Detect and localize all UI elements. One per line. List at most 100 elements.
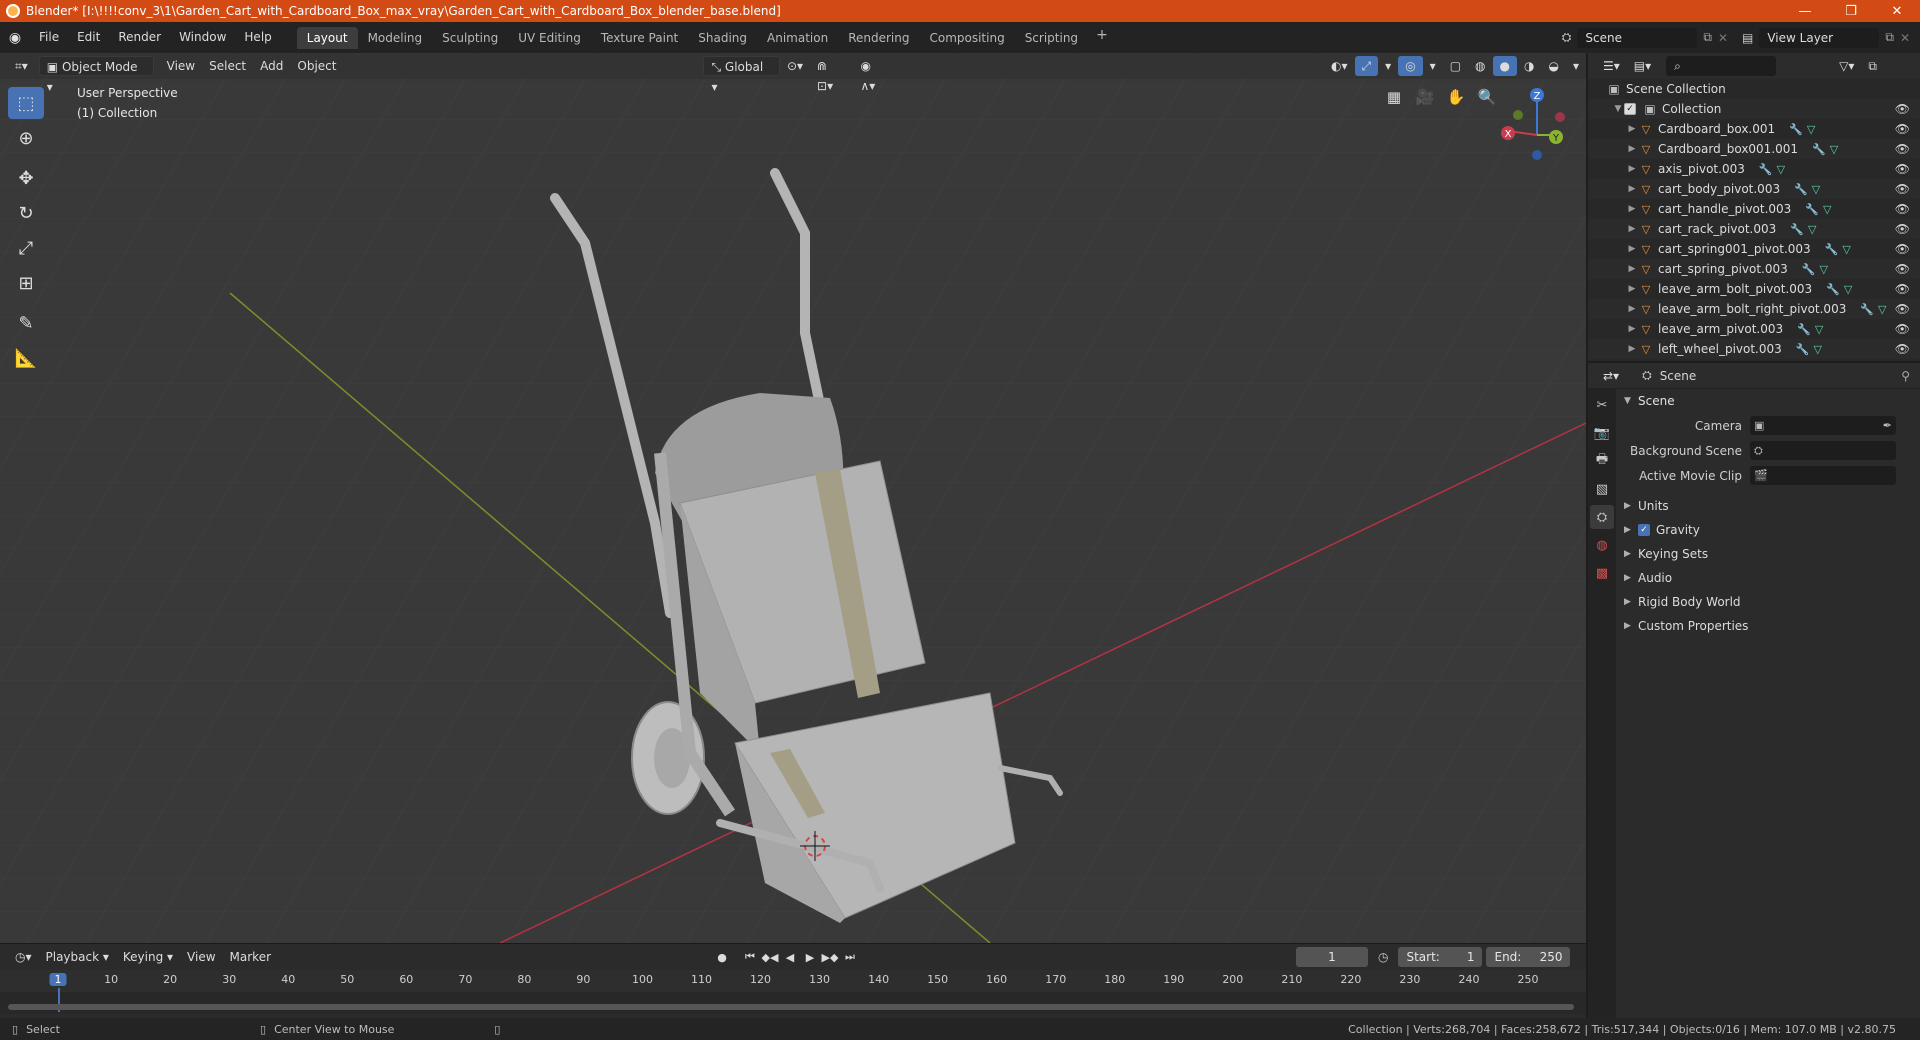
expand-icon[interactable]: ▶ — [1626, 124, 1638, 134]
3d-viewport[interactable]: Z X Y ⌗▾ ▣ Object Mode ▾ View Select Add… — [0, 53, 1586, 943]
tool-tab-icon[interactable]: ✂ — [1590, 393, 1614, 417]
properties-editor-type-icon[interactable]: ⇄▾ — [1596, 366, 1626, 386]
mesh-data-icon[interactable]: ▽ — [1807, 123, 1815, 136]
play-icon[interactable]: ▶ — [800, 947, 820, 967]
tab-rendering[interactable]: Rendering — [838, 27, 919, 49]
overlays-dropdown-icon[interactable]: ▾ — [1423, 56, 1443, 76]
eye-icon[interactable]: 👁 — [1895, 342, 1910, 356]
scale-tool-icon[interactable]: ⤢ — [8, 232, 44, 264]
overlay-toggle-icon[interactable]: ▾ — [1378, 56, 1398, 76]
new-scene-icon[interactable]: ⧉ — [1703, 30, 1712, 45]
timeline-menu-keying[interactable]: Keying ▾ — [116, 947, 180, 967]
eye-icon[interactable]: 👁 — [1895, 222, 1910, 236]
units-panel[interactable]: ▶ Units — [1618, 494, 1920, 518]
outliner-object-row[interactable]: ▶ ▽ axis_pivot.003 🔧 ▽ 👁 — [1588, 159, 1920, 179]
outliner-object-row[interactable]: ▶ ▽ cart_body_pivot.003 🔧 ▽ 👁 — [1588, 179, 1920, 199]
zoom-view-icon[interactable]: 🔍 — [1473, 83, 1501, 111]
move-tool-icon[interactable]: ✥ — [8, 162, 44, 194]
jump-start-icon[interactable]: ⏮ — [740, 947, 760, 967]
eye-icon[interactable]: 👁 — [1895, 202, 1910, 216]
expand-icon[interactable]: ▶ — [1626, 264, 1638, 274]
mesh-data-icon[interactable]: ▽ — [1813, 343, 1821, 356]
toggle-grid-view-icon[interactable]: ▦ — [1380, 83, 1408, 111]
timeline-scrollbar[interactable] — [8, 1004, 1574, 1010]
rotate-tool-icon[interactable]: ↻ — [8, 197, 44, 229]
eye-icon[interactable]: 👁 — [1895, 142, 1910, 156]
world-tab-icon[interactable]: ◍ — [1590, 533, 1614, 557]
outliner-object-row[interactable]: ▶ ▽ cart_spring001_pivot.003 🔧 ▽ 👁 — [1588, 239, 1920, 259]
eye-icon[interactable]: 👁 — [1895, 122, 1910, 136]
tab-modeling[interactable]: Modeling — [358, 27, 433, 49]
outliner-object-row[interactable]: ▶ ▽ cart_handle_pivot.003 🔧 ▽ 👁 — [1588, 199, 1920, 219]
transform-orientation[interactable]: ⤡ Global ▾ — [703, 56, 780, 94]
select-box-tool-icon[interactable]: ⬚ — [8, 87, 44, 119]
shading-rendered-icon[interactable]: ◒ — [1542, 56, 1566, 76]
menu-render[interactable]: Render — [109, 22, 170, 53]
minimize-button[interactable]: — — [1782, 0, 1828, 22]
view-layer-tab-icon[interactable]: ▧ — [1590, 477, 1614, 501]
outliner-display-mode-icon[interactable]: ▤▾ — [1627, 56, 1658, 76]
outliner-object-row[interactable]: ▶ ▽ cart_rack_pivot.003 🔧 ▽ 👁 — [1588, 219, 1920, 239]
outliner-filter-icon[interactable]: ▽▾ — [1832, 56, 1861, 76]
outliner-editor-type-icon[interactable]: ☰▾ — [1596, 56, 1627, 76]
outliner-new-collection-icon[interactable]: ⧉ — [1861, 56, 1884, 76]
next-keyframe-icon[interactable]: ▶◆ — [820, 947, 840, 967]
outliner-object-row[interactable]: ▶ ▽ cart_spring_pivot.003 🔧 ▽ 👁 — [1588, 259, 1920, 279]
shading-solid-icon[interactable]: ● — [1492, 56, 1518, 76]
eye-icon[interactable]: 👁 — [1895, 182, 1910, 196]
timeline-editor-type-icon[interactable]: ◷▾ — [8, 947, 39, 967]
expand-icon[interactable]: ▶ — [1626, 344, 1638, 354]
wrench-icon[interactable]: 🔧 — [1796, 343, 1810, 356]
expand-icon[interactable]: ▶ — [1626, 284, 1638, 294]
wrench-icon[interactable]: 🔧 — [1802, 263, 1816, 276]
camera-view-icon[interactable]: 🎥 — [1411, 83, 1439, 111]
cursor-tool-icon[interactable]: ⊕ — [8, 122, 44, 154]
add-workspace-button[interactable]: + — [1088, 27, 1116, 49]
wrench-icon[interactable]: 🔧 — [1826, 283, 1840, 296]
clock-icon[interactable]: ◷ — [1378, 950, 1388, 964]
timeline-menu-view[interactable]: View — [180, 947, 222, 967]
eye-icon[interactable]: 👁 — [1895, 262, 1910, 276]
menu-file[interactable]: File — [30, 22, 68, 53]
outliner-object-row[interactable]: ▶ ▽ Cardboard_box.001 🔧 ▽ 👁 — [1588, 119, 1920, 139]
play-reverse-icon[interactable]: ◀ — [780, 947, 800, 967]
mesh-data-icon[interactable]: ▽ — [1777, 163, 1785, 176]
gravity-checkbox[interactable]: ✓ — [1638, 524, 1650, 536]
prev-keyframe-icon[interactable]: ◆◀ — [760, 947, 780, 967]
custom-properties-panel[interactable]: ▶ Custom Properties — [1618, 614, 1920, 638]
expand-icon[interactable]: ▶ — [1626, 164, 1638, 174]
wrench-icon[interactable]: 🔧 — [1860, 303, 1874, 316]
keying-sets-panel[interactable]: ▶ Keying Sets — [1618, 542, 1920, 566]
timeline-menu-playback[interactable]: Playback ▾ — [39, 947, 116, 967]
viewport-menu-view[interactable]: View — [160, 56, 202, 76]
tab-shading[interactable]: Shading — [688, 27, 757, 49]
remove-view-layer-icon[interactable]: ✕ — [1900, 31, 1910, 45]
mesh-data-icon[interactable]: ▽ — [1830, 143, 1838, 156]
camera-field[interactable]: ▣ ✒ — [1750, 416, 1896, 435]
new-view-layer-icon[interactable]: ⧉ — [1885, 30, 1894, 45]
mesh-data-icon[interactable]: ▽ — [1844, 283, 1852, 296]
outliner-object-row[interactable]: ▶ ▽ leave_arm_bolt_pivot.003 🔧 ▽ 👁 — [1588, 279, 1920, 299]
texture-tab-icon[interactable]: ▩ — [1590, 561, 1614, 585]
outliner-object-row[interactable]: ▶ ▽ Cardboard_box001.001 🔧 ▽ 👁 — [1588, 139, 1920, 159]
timeline-menu-marker[interactable]: Marker — [223, 947, 278, 967]
expand-icon[interactable]: ▶ — [1626, 304, 1638, 314]
eye-icon[interactable]: 👁 — [1895, 162, 1910, 176]
mesh-data-icon[interactable]: ▽ — [1878, 303, 1886, 316]
eye-icon[interactable]: 👁 — [1895, 302, 1910, 316]
expand-icon[interactable]: ▶ — [1626, 144, 1638, 154]
gizmo-toggle-icon[interactable]: ⤢ — [1354, 56, 1379, 76]
visibility-icon[interactable]: ◐▾ — [1324, 56, 1355, 76]
active-movie-clip-field[interactable]: 🎬 — [1750, 466, 1896, 485]
collection-checkbox[interactable]: ✓ — [1624, 103, 1636, 115]
render-tab-icon[interactable]: 📷 — [1590, 421, 1614, 445]
remove-scene-icon[interactable]: ✕ — [1718, 31, 1728, 45]
snap-icon[interactable]: ⋒ ⊡▾ — [810, 56, 853, 93]
wrench-icon[interactable]: 🔧 — [1812, 143, 1826, 156]
mesh-data-icon[interactable]: ▽ — [1815, 323, 1823, 336]
viewport-menu-object[interactable]: Object — [290, 56, 343, 76]
end-frame-field[interactable]: End: 250 — [1486, 947, 1571, 967]
outliner-search-input[interactable]: ⌕ — [1666, 56, 1777, 76]
audio-panel[interactable]: ▶ Audio — [1618, 566, 1920, 590]
measure-tool-icon[interactable]: 📐 — [8, 342, 44, 374]
